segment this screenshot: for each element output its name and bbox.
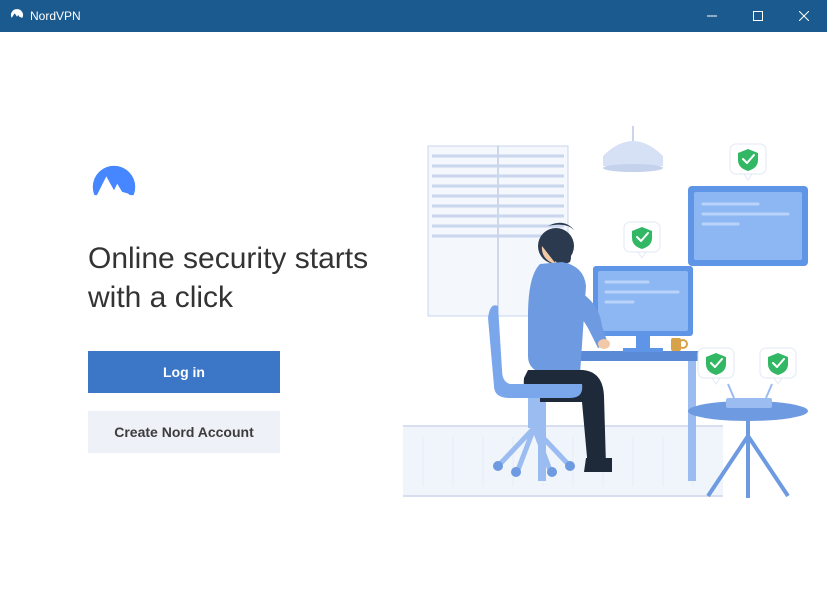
close-icon <box>799 11 809 21</box>
close-button[interactable] <box>781 0 827 32</box>
login-button[interactable]: Log in <box>88 351 280 393</box>
illustration-pane <box>388 32 827 600</box>
app-title: NordVPN <box>30 9 81 23</box>
shield-icon <box>698 348 734 384</box>
shield-icon <box>760 348 796 384</box>
nordvpn-logo-icon <box>10 8 24 25</box>
minimize-button[interactable] <box>689 0 735 32</box>
shield-icon <box>730 144 766 180</box>
maximize-button[interactable] <box>735 0 781 32</box>
create-account-button[interactable]: Create Nord Account <box>88 411 280 453</box>
headline: Online security starts with a click <box>88 239 388 317</box>
left-pane: Online security starts with a click Log … <box>88 161 388 471</box>
main-content: Online security starts with a click Log … <box>0 32 827 600</box>
maximize-icon <box>753 11 763 21</box>
nordvpn-large-logo-icon <box>88 161 140 213</box>
titlebar: NordVPN <box>0 0 827 32</box>
security-illustration <box>398 126 818 506</box>
shield-icon <box>624 222 660 258</box>
minimize-icon <box>707 11 717 21</box>
titlebar-left: NordVPN <box>0 8 81 25</box>
